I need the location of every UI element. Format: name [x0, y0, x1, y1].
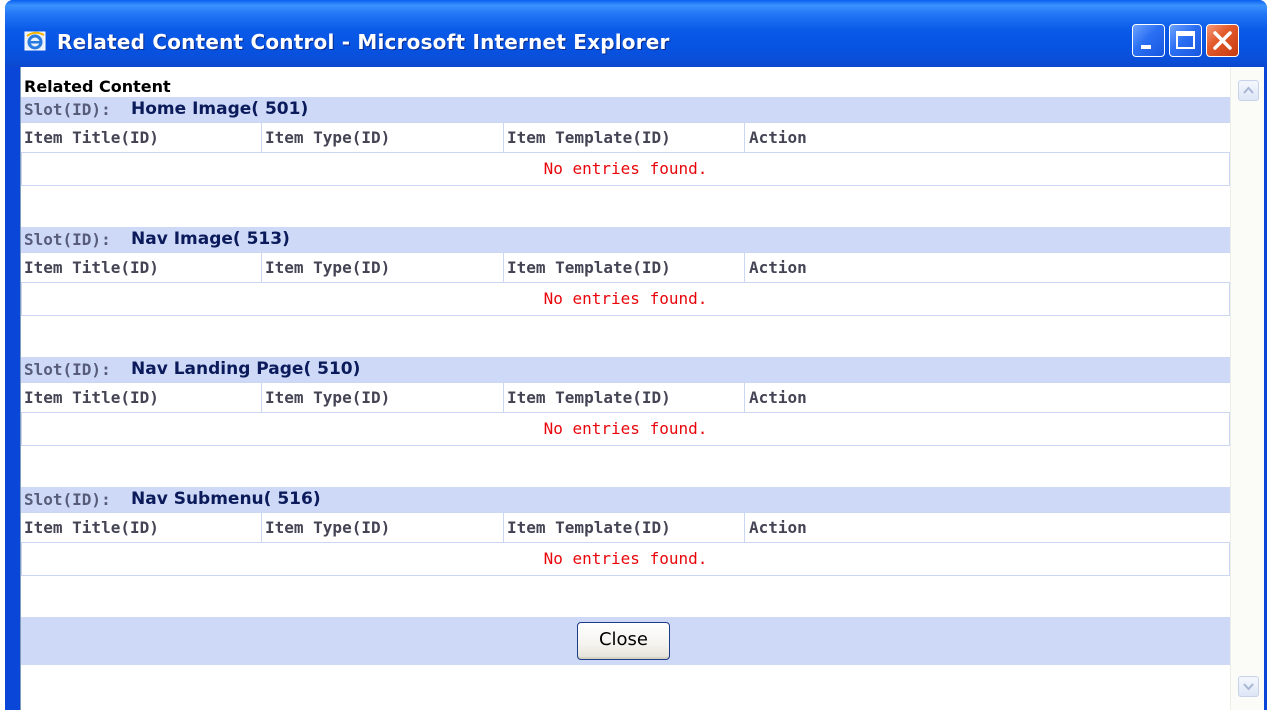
no-entries-message: No entries found.: [543, 419, 708, 438]
column-header-row: Item Title(ID) Item Type(ID) Item Templa…: [21, 122, 1230, 153]
close-window-button[interactable]: [1206, 24, 1239, 57]
scroll-down-button[interactable]: [1238, 676, 1259, 697]
column-header-item-type: Item Type(ID): [262, 123, 504, 152]
chevron-up-icon: [1243, 86, 1254, 94]
empty-row: No entries found.: [21, 153, 1230, 186]
maximize-button[interactable]: [1169, 24, 1202, 57]
no-entries-message: No entries found.: [543, 289, 708, 308]
close-button[interactable]: Close: [577, 622, 670, 660]
slot-header: Slot(ID): Nav Landing Page( 510): [21, 357, 1230, 382]
close-icon: [1213, 31, 1232, 50]
column-header-row: Item Title(ID) Item Type(ID) Item Templa…: [21, 252, 1230, 283]
column-header-action: Action: [749, 518, 807, 537]
browser-window: Related Content Control - Microsoft Inte…: [5, 0, 1267, 710]
column-header-item-template: Item Template(ID): [504, 383, 745, 412]
slot-name: Home Image( 501): [131, 99, 309, 119]
slot-name: Nav Submenu( 516): [131, 489, 321, 509]
empty-row: No entries found.: [21, 543, 1230, 576]
slot-name: Nav Image( 513): [131, 229, 290, 249]
slot-id-label: Slot(ID):: [24, 230, 111, 249]
vertical-scrollbar[interactable]: [1230, 67, 1264, 710]
column-header-action: Action: [749, 388, 807, 407]
empty-row: No entries found.: [21, 283, 1230, 316]
column-header-item-type: Item Type(ID): [262, 513, 504, 542]
column-header-item-template: Item Template(ID): [504, 123, 745, 152]
ie-icon: [24, 31, 46, 51]
page-viewport: Related Content Slot(ID): Home Image( 50…: [20, 67, 1264, 710]
page-title: Related Content: [24, 77, 171, 96]
slot-id-label: Slot(ID):: [24, 100, 111, 119]
footer-bar: Close: [21, 617, 1230, 665]
no-entries-message: No entries found.: [543, 159, 708, 178]
minimize-button[interactable]: [1132, 24, 1165, 57]
slot-id-label: Slot(ID):: [24, 490, 111, 509]
slot-id-label: Slot(ID):: [24, 360, 111, 379]
column-header-item-type: Item Type(ID): [262, 383, 504, 412]
column-header-row: Item Title(ID) Item Type(ID) Item Templa…: [21, 512, 1230, 543]
page-content: Related Content Slot(ID): Home Image( 50…: [21, 67, 1230, 710]
column-header-item-template: Item Template(ID): [504, 513, 745, 542]
column-header-row: Item Title(ID) Item Type(ID) Item Templa…: [21, 382, 1230, 413]
title-bar[interactable]: Related Content Control - Microsoft Inte…: [5, 0, 1267, 67]
column-header-item-title: Item Title(ID): [21, 253, 262, 282]
column-header-item-title: Item Title(ID): [21, 383, 262, 412]
slot-name: Nav Landing Page( 510): [131, 359, 361, 379]
column-header-action: Action: [749, 258, 807, 277]
column-header-item-title: Item Title(ID): [21, 123, 262, 152]
empty-row: No entries found.: [21, 413, 1230, 446]
minimize-icon: [1141, 45, 1151, 49]
column-header-item-title: Item Title(ID): [21, 513, 262, 542]
slot-header: Slot(ID): Nav Image( 513): [21, 227, 1230, 252]
column-header-item-template: Item Template(ID): [504, 253, 745, 282]
window-title: Related Content Control - Microsoft Inte…: [57, 30, 670, 54]
slot-header: Slot(ID): Nav Submenu( 516): [21, 487, 1230, 512]
no-entries-message: No entries found.: [543, 549, 708, 568]
column-header-action: Action: [749, 128, 807, 147]
column-header-item-type: Item Type(ID): [262, 253, 504, 282]
maximize-icon: [1176, 31, 1195, 49]
slot-header: Slot(ID): Home Image( 501): [21, 97, 1230, 122]
scroll-up-button[interactable]: [1238, 80, 1259, 101]
chevron-down-icon: [1243, 683, 1254, 691]
